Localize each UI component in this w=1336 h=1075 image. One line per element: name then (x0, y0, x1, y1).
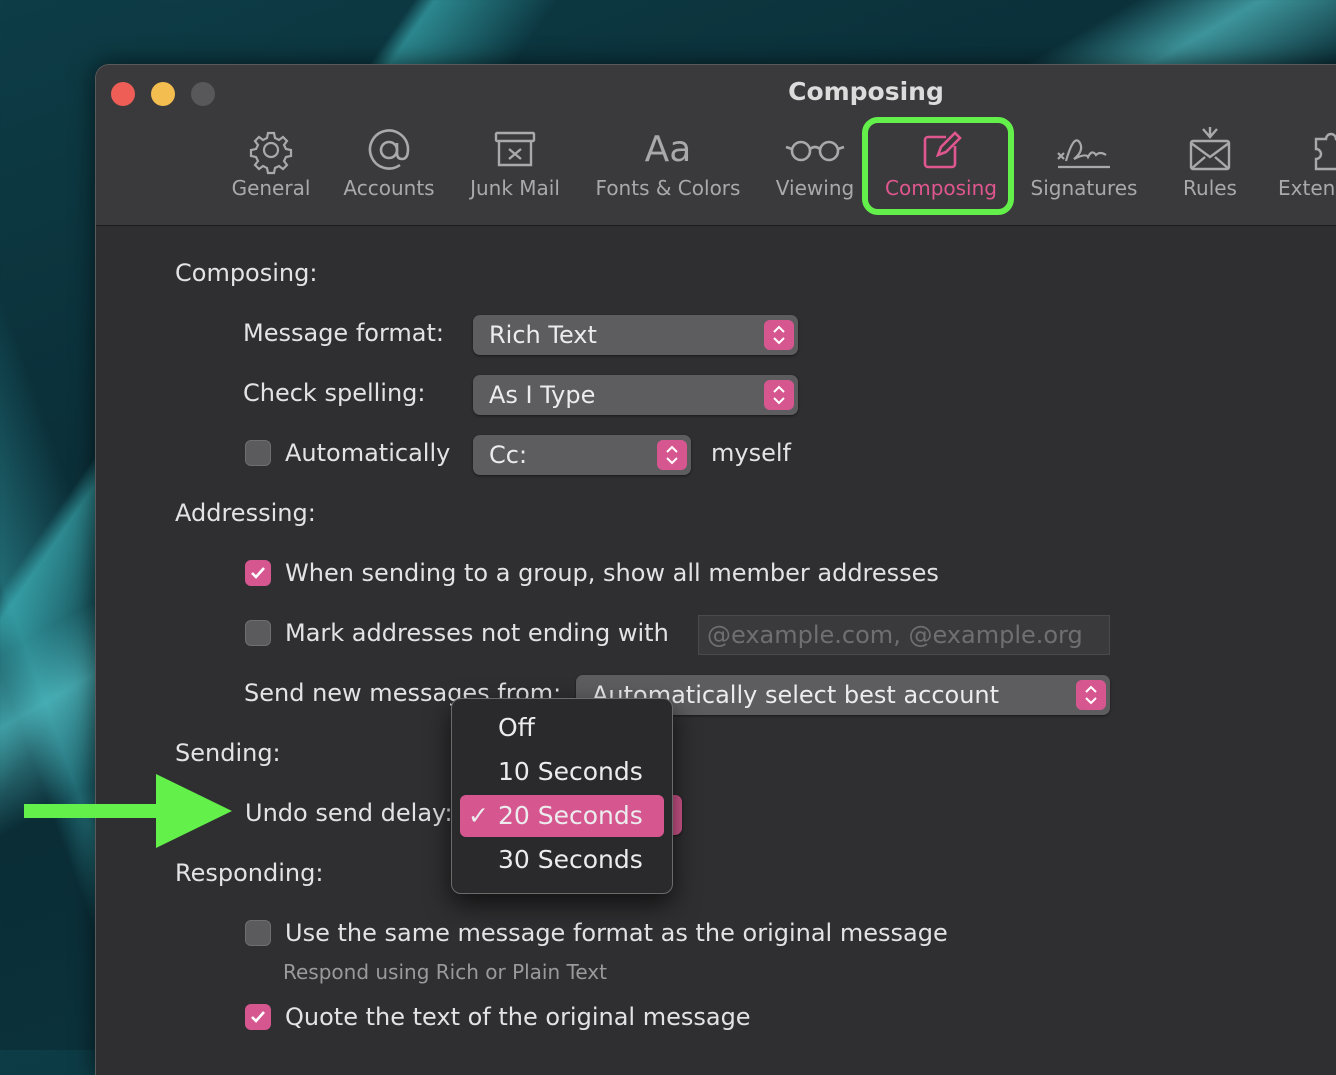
tab-general-label: General (231, 176, 311, 200)
same-format-checkbox[interactable] (245, 920, 271, 946)
auto-cc-value: Cc: (489, 441, 528, 469)
composing-tab-highlight (862, 117, 1014, 215)
preferences-window: Composing General Accounts Junk Mail Aa … (95, 64, 1336, 1075)
same-format-label: Use the same message format as the origi… (285, 919, 948, 947)
tab-viewing-label: Viewing (775, 176, 855, 200)
tab-extensions[interactable]: Exten (1278, 125, 1336, 207)
checkmark-icon (251, 567, 265, 579)
message-format-label: Message format: (243, 319, 444, 347)
undo-send-delay-label: Undo send delay: (245, 799, 453, 827)
popup-stepper-icon (1076, 680, 1106, 710)
tab-signatures[interactable]: Signatures (1022, 125, 1146, 207)
menu-item-label: 10 Seconds (498, 757, 643, 786)
same-format-sublabel: Respond using Rich or Plain Text (283, 960, 607, 984)
auto-cc-suffix: myself (711, 439, 791, 467)
window-title: Composing (788, 77, 944, 106)
tab-fonts-colors[interactable]: Aa Fonts & Colors (588, 125, 748, 207)
auto-cc-label: Automatically (285, 439, 451, 467)
show-members-label: When sending to a group, show all member… (285, 559, 939, 587)
checkmark-icon: ✓ (468, 801, 489, 830)
auto-cc-checkbox[interactable] (245, 440, 271, 466)
tab-viewing[interactable]: Viewing (770, 125, 860, 207)
menu-item-label: Off (498, 713, 535, 742)
quote-text-label: Quote the text of the original message (285, 1003, 751, 1031)
signature-icon (1022, 125, 1146, 175)
menu-item-10-seconds[interactable]: 10 Seconds (460, 751, 664, 793)
mark-addresses-label: Mark addresses not ending with (285, 619, 669, 647)
tab-extensions-label: Exten (1278, 176, 1336, 200)
composing-settings-pane: Composing: Message format: Rich Text Che… (96, 226, 1336, 1075)
fonts-icon: Aa (644, 129, 692, 170)
popup-stepper-icon (764, 320, 794, 350)
tab-junk-mail-label: Junk Mail (470, 176, 560, 200)
popup-stepper-icon (764, 380, 794, 410)
show-members-checkbox[interactable] (245, 560, 271, 586)
quote-text-checkbox[interactable] (245, 1004, 271, 1030)
undo-send-delay-menu: Off 10 Seconds ✓ 20 Seconds 30 Seconds (451, 698, 673, 894)
tab-accounts[interactable]: Accounts (336, 125, 442, 207)
check-spelling-popup[interactable]: As I Type (473, 375, 798, 415)
composing-heading: Composing: (175, 259, 318, 287)
check-spelling-value: As I Type (489, 381, 596, 409)
junk-mail-icon (460, 125, 570, 175)
tab-junk-mail[interactable]: Junk Mail (460, 125, 570, 207)
check-spelling-label: Check spelling: (243, 379, 426, 407)
zoom-window-button[interactable] (191, 82, 215, 106)
responding-heading: Responding: (175, 859, 324, 887)
at-sign-icon (336, 125, 442, 175)
annotation-arrow-icon (24, 774, 232, 848)
menu-item-label: 30 Seconds (498, 845, 643, 874)
toolbar: Composing General Accounts Junk Mail Aa … (96, 65, 1336, 226)
popup-stepper-icon (657, 440, 687, 470)
menu-item-20-seconds[interactable]: ✓ 20 Seconds (460, 795, 664, 837)
tab-accounts-label: Accounts (343, 176, 435, 200)
message-format-popup[interactable]: Rich Text (473, 315, 798, 355)
message-format-value: Rich Text (489, 321, 597, 349)
mark-addresses-input[interactable]: @example.com, @example.org (698, 615, 1110, 655)
auto-cc-popup[interactable]: Cc: (473, 435, 691, 475)
addressing-heading: Addressing: (175, 499, 316, 527)
minimize-window-button[interactable] (151, 82, 175, 106)
gear-icon (226, 125, 316, 175)
tab-rules[interactable]: Rules (1170, 125, 1250, 207)
rules-envelope-icon (1170, 125, 1250, 175)
tab-rules-label: Rules (1183, 176, 1237, 200)
puzzle-piece-icon (1278, 125, 1336, 175)
tab-signatures-label: Signatures (1030, 176, 1138, 200)
sending-heading: Sending: (175, 739, 281, 767)
tab-general[interactable]: General (226, 125, 316, 207)
menu-item-label: 20 Seconds (498, 801, 643, 830)
mark-addresses-checkbox[interactable] (245, 620, 271, 646)
tab-fonts-colors-label: Fonts & Colors (595, 176, 741, 200)
menu-item-off[interactable]: Off (460, 707, 664, 749)
mark-addresses-placeholder: @example.com, @example.org (707, 621, 1083, 649)
glasses-icon (770, 125, 860, 175)
menu-item-30-seconds[interactable]: 30 Seconds (460, 839, 664, 881)
checkmark-icon (251, 1011, 265, 1023)
close-window-button[interactable] (111, 82, 135, 106)
